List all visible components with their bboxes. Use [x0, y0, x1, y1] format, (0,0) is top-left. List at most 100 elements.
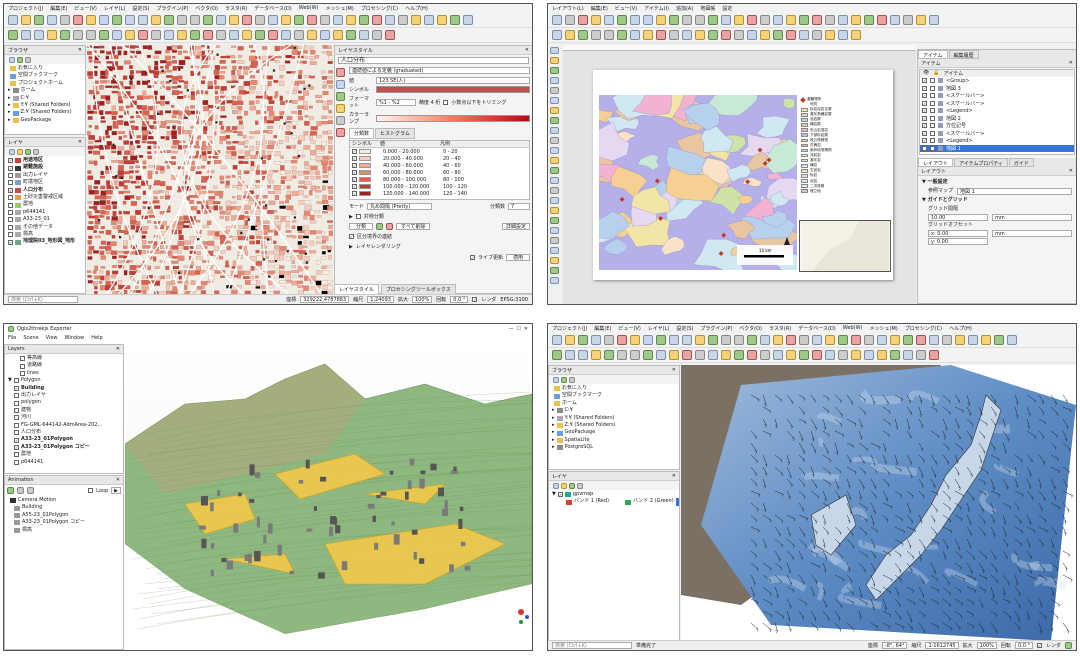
w4b-annotation-icon[interactable]: [760, 350, 770, 360]
w4-annotation-icon[interactable]: [864, 335, 874, 345]
w1b-open-icon[interactable]: [333, 30, 343, 40]
symmetric-expand-icon[interactable]: ▶: [349, 214, 353, 220]
w4-deselect-icon[interactable]: [786, 335, 796, 345]
w2b-plugin-icon[interactable]: [812, 30, 822, 40]
exporter-layer-row[interactable]: ✓ A33-23_01Polygon: [8, 436, 120, 443]
exporter-layer-row[interactable]: lines: [8, 370, 120, 377]
animation-item[interactable]: Building: [8, 504, 120, 511]
item-lock-checkbox[interactable]: [930, 130, 935, 136]
item-lock-checkbox[interactable]: [930, 115, 935, 121]
w4-zoom-out-icon[interactable]: [682, 335, 692, 345]
w4-new-project-icon[interactable]: [552, 335, 562, 345]
w1b-snap-icon[interactable]: [268, 30, 278, 40]
animation-item[interactable]: 標高: [8, 527, 120, 534]
w2b-zoom-next-icon[interactable]: [604, 30, 614, 40]
w2-field-calc-icon[interactable]: [786, 15, 796, 25]
class-row[interactable]: ✓ 60.000 - 80.000 60 - 80: [350, 169, 529, 176]
w4-save-icon[interactable]: [994, 335, 1004, 345]
w2-menu-1[interactable]: 編集(E): [591, 5, 608, 12]
layer-row[interactable]: p644141: [8, 209, 82, 216]
trim-checkbox[interactable]: [443, 99, 449, 105]
3d-viewer[interactable]: [125, 344, 532, 650]
w1b-help-icon[interactable]: [307, 30, 317, 40]
w4b-save-icon[interactable]: [890, 350, 900, 360]
remove-layer-icon-2[interactable]: [577, 482, 583, 489]
w1-help-icon[interactable]: [411, 15, 421, 25]
w2b-help-icon[interactable]: [825, 30, 835, 40]
w1b-save-icon[interactable]: [346, 30, 356, 40]
class-symbol[interactable]: [359, 170, 371, 175]
layer-checkbox[interactable]: ✓: [8, 158, 13, 164]
w4b-statistics-icon[interactable]: [708, 350, 718, 360]
w1-deselect-icon[interactable]: [242, 15, 252, 25]
w1-browser-item[interactable]: ▸ GeoPackage: [8, 117, 82, 124]
loop-checkbox[interactable]: [88, 488, 94, 493]
w1-menu-9[interactable]: Web(W): [299, 5, 319, 12]
w1b-zoom-layer-icon[interactable]: [60, 30, 70, 40]
w2-menu-2[interactable]: ビュー(V): [615, 5, 637, 12]
animation-item[interactable]: A55-23_01Polygon: [8, 512, 120, 519]
rotation-field[interactable]: 0.0 °: [450, 296, 469, 303]
class-count-spin[interactable]: 7: [508, 203, 530, 210]
filter-legend-icon[interactable]: [25, 148, 31, 155]
item-visible-checkbox[interactable]: ✓: [922, 123, 927, 129]
w1-zoom-full-icon[interactable]: [151, 15, 161, 25]
w1-menu-4[interactable]: 設定(S): [132, 5, 149, 12]
w1-zoom-out-icon[interactable]: [138, 15, 148, 25]
class-row[interactable]: ✓ 80.000 - 100.000 80 - 100: [350, 176, 529, 183]
fields-tab-icon[interactable]: [336, 128, 345, 137]
offset-y-spin[interactable]: y: 0.00: [928, 238, 988, 245]
w2b-new-project-icon[interactable]: [838, 30, 848, 40]
w1b-zoom-next-icon[interactable]: [86, 30, 96, 40]
w1-menu-6[interactable]: ベクタ(O): [195, 5, 218, 12]
layout-tool-19-icon[interactable]: [550, 237, 559, 244]
layout-item-row[interactable]: ✓ <スケールバー>: [920, 100, 1074, 108]
w2b-refresh-icon[interactable]: [617, 30, 627, 40]
layout-tool-5-icon[interactable]: [550, 97, 559, 104]
w4b-label-icon[interactable]: [773, 350, 783, 360]
w1-save-icon[interactable]: [450, 15, 460, 25]
props-tab-2[interactable]: ガイド: [1008, 158, 1034, 167]
w1-tips-icon[interactable]: [307, 15, 317, 25]
w4-statistics-icon[interactable]: [812, 335, 822, 345]
edit-keyframe-icon[interactable]: [27, 487, 34, 494]
layout-tool-13-icon[interactable]: [550, 177, 559, 184]
w1b-field-calc-icon[interactable]: [177, 30, 187, 40]
open-style-icon-2[interactable]: [553, 482, 559, 489]
exporter-layer-checkbox[interactable]: [14, 400, 19, 406]
w4b-save-as-icon[interactable]: [903, 350, 913, 360]
layout-tool-0-icon[interactable]: [550, 47, 559, 54]
layout-tool-22-icon[interactable]: [550, 267, 559, 274]
w2-save-as-icon[interactable]: [552, 15, 562, 25]
mode-select[interactable]: 丸め間隔 (Pretty): [367, 203, 433, 210]
layer-checkbox[interactable]: ✓: [8, 239, 13, 245]
layer-row[interactable]: 土砂災害警戒区域: [8, 194, 82, 201]
3d-tab-icon[interactable]: [336, 104, 345, 113]
exporter-layer-checkbox[interactable]: [20, 363, 25, 369]
w4-browser-item[interactable]: ▸ C:¥: [552, 407, 676, 414]
w1-annotation-icon[interactable]: [320, 15, 330, 25]
w2-annotation-icon[interactable]: [825, 15, 835, 25]
w1-menu-12[interactable]: ヘルプ(H): [405, 5, 428, 12]
apply-button[interactable]: 適用: [505, 254, 530, 261]
grid-unit-select[interactable]: mm: [992, 214, 1072, 221]
remove-class-icon[interactable]: [386, 223, 394, 230]
exporter-layer-checkbox[interactable]: [20, 371, 25, 377]
w1-digitize-icon[interactable]: [346, 15, 356, 25]
w4b-print-layout-icon[interactable]: [916, 350, 926, 360]
class-symbol[interactable]: [359, 191, 371, 196]
w4b-zoom-full-icon[interactable]: [591, 350, 601, 360]
layout-item-row[interactable]: ✓ <スケールバー>: [920, 130, 1074, 138]
exporter-layer-row[interactable]: p644141: [8, 459, 120, 466]
map-legend[interactable]: 避難場所 地質 砂岩泥岩互層 凝灰角礫岩層 泥岩層 礫岩層 安山岩溶岩 下部砂岩層 段丘堆積物花…: [800, 96, 891, 194]
open-style-icon[interactable]: [9, 148, 15, 155]
w4-browser-item[interactable]: ▸ Z:¥ (Shared Folders): [552, 422, 676, 429]
w4b-edit-icon[interactable]: [799, 350, 809, 360]
item-lock-checkbox[interactable]: [930, 78, 935, 84]
w1-edit-icon[interactable]: [359, 15, 369, 25]
layer-checkbox[interactable]: [8, 210, 13, 216]
w1b-python-icon[interactable]: [281, 30, 291, 40]
w1-refresh-icon[interactable]: [203, 15, 213, 25]
layout-tool-21-icon[interactable]: [550, 257, 559, 264]
exporter-layer-checkbox[interactable]: [14, 415, 19, 421]
